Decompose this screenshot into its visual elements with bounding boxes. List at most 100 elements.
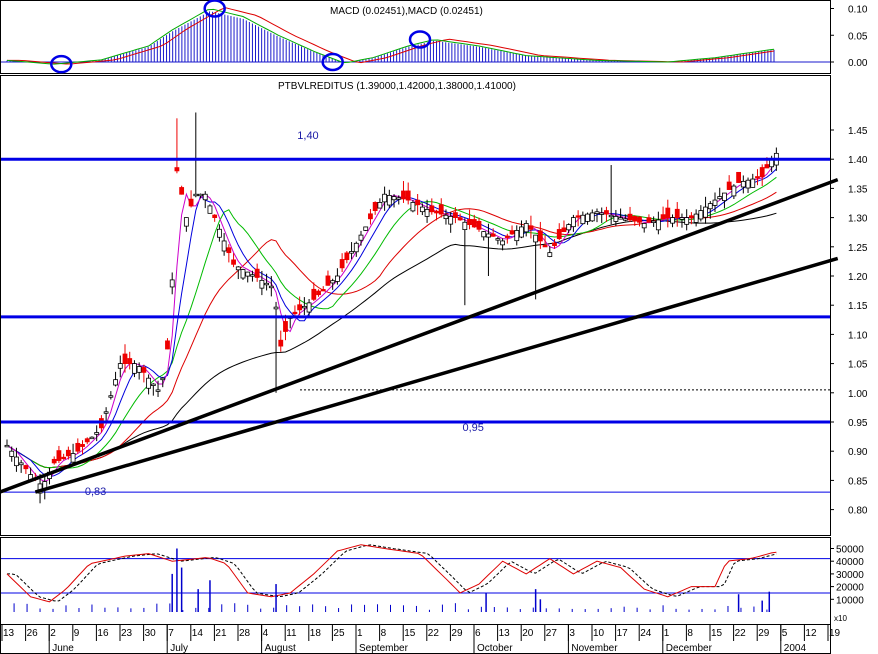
date-month-label: 2004 xyxy=(784,643,807,654)
candle-body xyxy=(103,411,109,414)
candle-body xyxy=(65,449,71,457)
candle-body xyxy=(599,212,605,215)
candle-body xyxy=(528,225,534,230)
candle-body xyxy=(108,395,114,398)
candle-body xyxy=(136,366,142,373)
date-day-label: 16 xyxy=(97,628,109,639)
date-day-label: 21 xyxy=(215,628,227,639)
date-day-label: 22 xyxy=(735,628,747,639)
candle-body xyxy=(419,206,425,213)
date-day-label: 26 xyxy=(27,628,39,639)
price-ytick-label: 1.45 xyxy=(848,126,868,137)
candle-body xyxy=(89,436,95,440)
candle-body xyxy=(70,453,76,463)
date-month-label: October xyxy=(477,643,513,654)
candle-body xyxy=(514,230,520,242)
candle-body xyxy=(297,304,303,311)
date-day-label: 17 xyxy=(617,628,629,639)
candle-body xyxy=(377,202,383,209)
candle-body xyxy=(80,444,85,447)
candle-body xyxy=(216,228,222,238)
candle-body xyxy=(438,204,444,215)
candle-body xyxy=(589,212,595,222)
price-ytick-label: 1.40 xyxy=(848,155,868,166)
candle-body xyxy=(292,311,298,315)
candle-body xyxy=(183,217,189,227)
candle-body xyxy=(51,458,57,464)
candle-body xyxy=(556,229,562,240)
candle-body xyxy=(316,290,321,296)
date-month-label: September xyxy=(359,643,409,654)
osc-ytick-label: 30000 xyxy=(836,570,864,581)
candle-body xyxy=(731,185,737,197)
date-day-label: 6 xyxy=(475,628,481,639)
candle-body xyxy=(56,450,62,461)
candle-body xyxy=(552,242,557,247)
price-ytick-label: 1.35 xyxy=(848,184,868,195)
candle-body xyxy=(670,217,675,224)
candle-body xyxy=(165,340,170,350)
candle-body xyxy=(273,306,279,310)
candle-body xyxy=(301,305,307,309)
date-day-label: 12 xyxy=(805,628,817,639)
candle-body xyxy=(250,274,255,277)
date-month-label: June xyxy=(52,643,74,654)
candle-body xyxy=(736,171,741,183)
candle-body xyxy=(353,242,359,253)
candle-body xyxy=(745,179,751,189)
candle-body xyxy=(703,206,708,218)
candle-body xyxy=(622,218,628,221)
candle-body xyxy=(646,217,652,223)
date-day-label: 1 xyxy=(357,628,363,639)
candle-body xyxy=(547,252,553,257)
date-month-label: November xyxy=(571,643,618,654)
candle-body xyxy=(434,210,439,214)
date-day-label: 28 xyxy=(239,628,251,639)
date-day-label: 8 xyxy=(381,628,387,639)
date-day-label: 19 xyxy=(829,628,841,639)
price-ytick-label: 0.80 xyxy=(848,506,868,517)
candle-body xyxy=(268,285,274,289)
candle-body xyxy=(344,252,350,261)
candle-body xyxy=(448,216,454,225)
candle-body xyxy=(391,196,397,201)
price-ytick-label: 1.20 xyxy=(848,272,868,283)
candle-body xyxy=(712,199,718,206)
date-day-label: 29 xyxy=(758,628,770,639)
candle-body xyxy=(146,377,152,389)
date-day-label: 22 xyxy=(428,628,440,639)
candle-body xyxy=(122,353,128,365)
date-day-label: 4 xyxy=(263,628,269,639)
osc-ytick-label: 40000 xyxy=(836,557,864,568)
candle-body xyxy=(368,213,373,220)
candle-body xyxy=(259,279,265,289)
candle-body xyxy=(339,259,345,269)
candle-body xyxy=(722,192,727,201)
candle-body xyxy=(231,259,236,265)
candle-body xyxy=(127,358,133,365)
candle-body xyxy=(372,202,378,211)
date-day-label: 3 xyxy=(569,628,575,639)
candle-body xyxy=(94,432,100,435)
candle-body xyxy=(476,220,482,230)
candle-body xyxy=(641,223,647,229)
candle-body xyxy=(401,190,406,200)
candle-body xyxy=(481,231,487,238)
candle-body xyxy=(334,275,340,282)
candle-body xyxy=(18,462,24,466)
candle-body xyxy=(740,180,746,188)
date-day-label: 13 xyxy=(499,628,511,639)
candle-body xyxy=(443,214,449,220)
osc-unit-label: x10 xyxy=(834,614,847,623)
osc-ytick-label: 50000 xyxy=(836,545,864,556)
candle-body xyxy=(580,214,586,225)
macd-ytick-label: 0.10 xyxy=(848,5,868,16)
stock-chart: MACD (0.02451),MACD (0.02451) PTBVLREDIT… xyxy=(0,0,878,654)
candle-body xyxy=(363,226,369,231)
candle-body xyxy=(698,210,704,220)
date-day-label: 20 xyxy=(522,628,534,639)
candle-body xyxy=(429,205,435,213)
candle-body xyxy=(193,193,199,197)
candle-body xyxy=(264,282,270,286)
price-ytick-label: 1.15 xyxy=(848,301,868,312)
